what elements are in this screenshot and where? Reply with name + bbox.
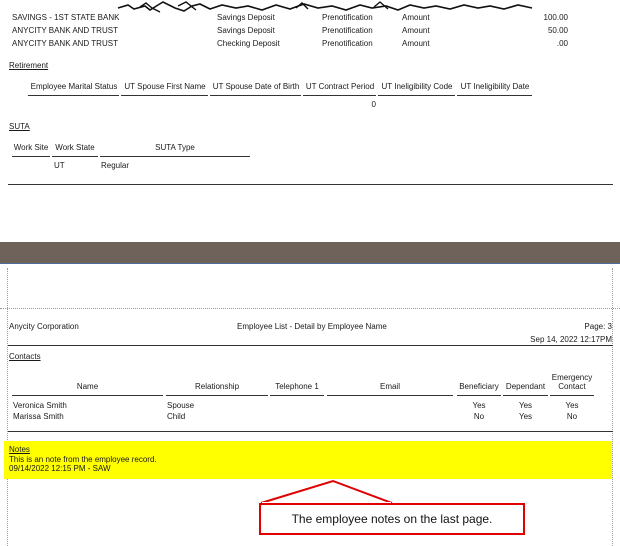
annotation-callout-text: The employee notes on the last page. xyxy=(291,512,493,526)
annotation-callout: The employee notes on the last page. xyxy=(259,503,525,535)
callout-pointer xyxy=(260,479,393,504)
